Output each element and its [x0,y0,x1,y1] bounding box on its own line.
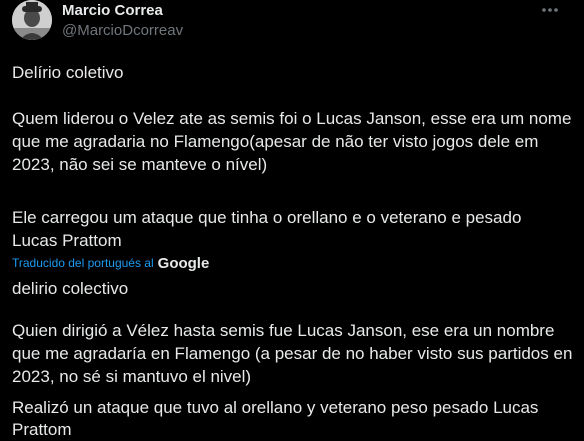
tweet: Marcio Correa @MarcioDcorreav Delírio co… [0,0,584,441]
translated-paragraph-1-line-3: 2023, no sé si mantuvo el nivel) [12,367,252,386]
translated-paragraph-2-line-1: Realizó un ataque que tuvo al orellano y… [12,398,539,417]
original-paragraph-2-line-1: Ele carregou um ataque que tinha o orell… [12,208,522,227]
translated-paragraph-1-line-1: Quien dirigió a Vélez hasta semis fue Lu… [12,321,555,340]
translated-paragraph-1-line-2: que me agradaría en Flamengo (a pesar de… [12,344,573,363]
original-paragraph-1-line-2: que me agradaria no Flamengo(apesar de n… [12,132,539,151]
translation-attribution: Traducido del portugués al Google [12,254,209,272]
translated-paragraph-2-line-2: Prattom [12,420,72,439]
translation-label[interactable]: Traducido del portugués al [12,256,154,270]
original-paragraph-1-line-1: Quem liderou o Velez ate as semis foi o … [12,109,572,128]
google-logo: Google [157,254,210,272]
avatar[interactable] [12,0,52,40]
author-name[interactable]: Marcio Correa [62,2,163,19]
user-avatar-icon [12,0,52,40]
original-title: Delírio coletivo [12,63,124,82]
translated-title: delirio colectivo [12,279,129,298]
author-handle[interactable]: @MarcioDcorreav [62,22,183,39]
more-button[interactable] [538,0,562,20]
original-paragraph-2-line-2: Lucas Prattom [12,231,122,250]
original-paragraph-1-line-3: 2023, não sei se manteve o nível) [12,155,268,174]
more-dots-icon [542,8,558,12]
